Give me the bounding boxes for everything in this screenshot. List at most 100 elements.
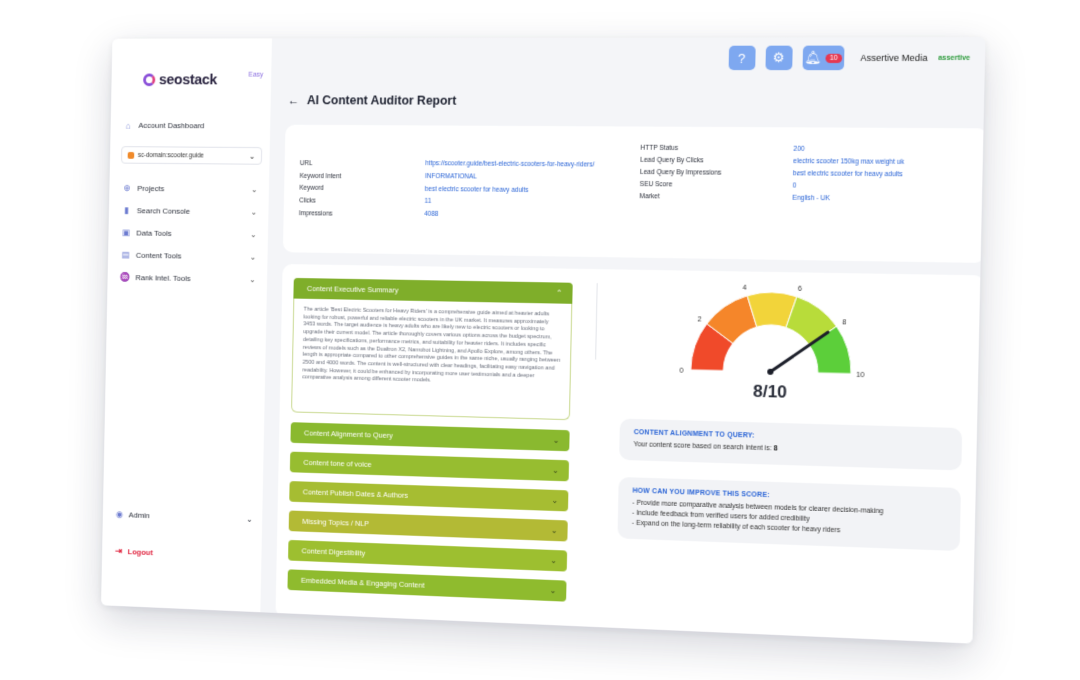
chevron-down-icon: ⌄ — [248, 151, 256, 161]
bar-chart-icon: ▮ — [124, 205, 129, 215]
sitemap-icon: ♒ — [119, 272, 131, 282]
logout-button[interactable]: ⇥ Logout — [115, 546, 153, 558]
info-label: Lead Query By Clicks — [640, 156, 704, 165]
gauge-tick-label: 0 — [679, 367, 683, 374]
gauge-tick-label: 2 — [697, 316, 701, 323]
gauge-tick-label: 8 — [842, 319, 846, 326]
info-label: Keyword — [299, 185, 324, 193]
gauge-tick-label: 6 — [798, 286, 802, 293]
company-name: Assertive Media — [860, 52, 928, 64]
info-value: 200 — [793, 145, 805, 153]
sidebar-item-data-tools[interactable]: ▣ Data Tools ⌄ — [119, 222, 260, 246]
back-arrow-icon[interactable]: ← — [288, 93, 300, 107]
page-title: AI Content Auditor Report — [306, 93, 457, 108]
topbar: ? ⚙ 🔔︎ 10 Assertive Media assertive — [112, 37, 986, 78]
globe-icon: ⊕ — [123, 182, 131, 193]
logout-icon: ⇥ — [115, 545, 123, 556]
chevron-up-icon: ⌃ — [555, 288, 563, 298]
sidebar-nav: ⌂ Account Dashboard sc-domain:scooter.gu… — [119, 114, 263, 291]
info-label: HTTP Status — [640, 144, 679, 153]
chevron-down-icon: ⌄ — [249, 252, 257, 262]
info-label: URL — [299, 160, 313, 168]
gauge-svg: 0 2 4 6 8 10 — [679, 285, 864, 380]
alignment-text-label: Your content score based on search inten… — [633, 441, 772, 453]
info-value: English - UK — [792, 194, 830, 203]
chevron-down-icon: ⌄ — [251, 185, 258, 195]
chevron-down-icon: ⌄ — [249, 275, 256, 285]
chevron-down-icon: ⌄ — [246, 514, 253, 524]
chevron-down-icon: ⌄ — [550, 555, 558, 566]
alignment-score: 8 — [773, 445, 778, 453]
sidebar-item-search-console[interactable]: ▮ Search Console ⌄ — [120, 199, 261, 223]
info-left: URL https://scooter.guide/best-electric-… — [298, 142, 626, 239]
audit-accordion: Content Executive Summary ⌃ The article … — [287, 277, 573, 611]
sidebar-item-label: Account Dashboard — [138, 121, 205, 131]
domain-select-value: sc-domain:scooter.guide — [137, 151, 204, 159]
info-value: best electric scooter for heavy adults — [792, 170, 903, 179]
info-label: Clicks — [299, 197, 316, 205]
info-value: INFORMATIONAL — [425, 172, 477, 181]
admin-label: Admin — [128, 510, 150, 521]
score-gauge: 0 2 4 6 8 10 8/10 — [652, 280, 891, 418]
chevron-down-icon: ⌄ — [549, 585, 557, 596]
chevron-down-icon: ⌄ — [552, 465, 559, 476]
gauge-tick-label: 10 — [856, 372, 864, 380]
sidebar-item-projects[interactable]: ⊕ Projects ⌄ — [120, 177, 261, 201]
sidebar-item-label: Content Tools — [135, 250, 182, 261]
sidebar-item-account-dashboard[interactable]: ⌂ Account Dashboard — [122, 114, 263, 137]
info-label: Market — [639, 193, 660, 201]
notifications-badge: 10 — [825, 53, 843, 63]
chevron-down-icon: ⌄ — [552, 435, 560, 445]
accordion-title: Content Executive Summary — [306, 284, 399, 295]
sidebar: seostack Easy ⌂ Account Dashboard sc-dom… — [101, 38, 272, 613]
accordion-header-publish-dates[interactable]: Content Publish Dates & Authors ⌄ — [289, 481, 569, 512]
data-icon: ▣ — [122, 227, 131, 238]
accordion-title: Content Publish Dates & Authors — [302, 487, 409, 500]
info-value: 4088 — [424, 210, 439, 219]
accordion-header-embedded-media[interactable]: Embedded Media & Engaging Content ⌄ — [287, 569, 567, 602]
gear-icon: ⚙ — [772, 49, 785, 66]
gauge-tick-label: 4 — [742, 285, 746, 292]
accordion-header-alignment[interactable]: Content Alignment to Query ⌄ — [290, 422, 570, 452]
settings-button[interactable]: ⚙ — [765, 45, 793, 71]
accordion-title: Content tone of voice — [303, 457, 372, 469]
sidebar-item-content-tools[interactable]: ▤ Content Tools ⌄ — [119, 244, 260, 269]
domain-favicon-icon — [127, 151, 135, 159]
chevron-down-icon: ⌄ — [250, 230, 257, 240]
domain-select[interactable]: sc-domain:scooter.guide ⌄ — [121, 146, 263, 165]
accordion-header-digestibility[interactable]: Content Digestibility ⌄ — [288, 539, 568, 572]
logout-label: Logout — [127, 547, 153, 558]
info-value: 0 — [792, 182, 797, 190]
chevron-down-icon: ⌄ — [551, 495, 559, 506]
sidebar-item-admin[interactable]: ◉ Admin ⌄ — [116, 509, 253, 525]
info-label: Impressions — [298, 210, 333, 218]
column-divider — [595, 283, 598, 360]
accordion-header-tone[interactable]: Content tone of voice ⌄ — [289, 451, 570, 482]
company-logo: assertive — [938, 54, 971, 62]
info-right: HTTP Status 200 Lead Query By Clicks ele… — [625, 145, 971, 244]
alignment-panel: CONTENT ALIGNMENT TO QUERY: Your content… — [619, 418, 963, 471]
notifications-button[interactable]: 🔔︎ 10 — [802, 45, 845, 71]
sidebar-item-rank-intel-tools[interactable]: ♒ Rank Intel. Tools ⌄ — [119, 266, 260, 291]
sidebar-item-label: Projects — [137, 184, 165, 194]
accordion-title: Content Digestibility — [301, 546, 366, 558]
info-label: Keyword Intent — [299, 172, 342, 180]
user-icon: ◉ — [115, 509, 124, 520]
page-header: ← AI Content Auditor Report — [288, 93, 457, 107]
content-icon: ▤ — [121, 249, 130, 260]
help-button[interactable]: ? — [728, 45, 756, 71]
accordion-title: Content Alignment to Query — [303, 428, 393, 440]
accordion-title: Missing Topics / NLP — [302, 516, 370, 529]
main-content: ← AI Content Auditor Report URL https://… — [260, 78, 986, 644]
info-url-link[interactable]: https://scooter.guide/best-electric-scoo… — [425, 160, 626, 170]
report-info-card: URL https://scooter.guide/best-electric-… — [282, 124, 986, 263]
audit-content-card: Content Executive Summary ⌃ The article … — [275, 264, 985, 644]
info-value: best electric scooter for heavy adults — [424, 185, 529, 194]
chevron-down-icon: ⌄ — [250, 207, 258, 217]
app-window: seostack Easy ⌂ Account Dashboard sc-dom… — [101, 37, 986, 644]
sidebar-item-label: Search Console — [136, 206, 191, 216]
home-icon: ⌂ — [125, 120, 131, 131]
accordion-header-missing-topics[interactable]: Missing Topics / NLP ⌄ — [288, 510, 568, 542]
executive-summary-body: The article 'Best Electric Scooters for … — [291, 298, 573, 421]
info-label: Lead Query By Impressions — [639, 168, 722, 177]
